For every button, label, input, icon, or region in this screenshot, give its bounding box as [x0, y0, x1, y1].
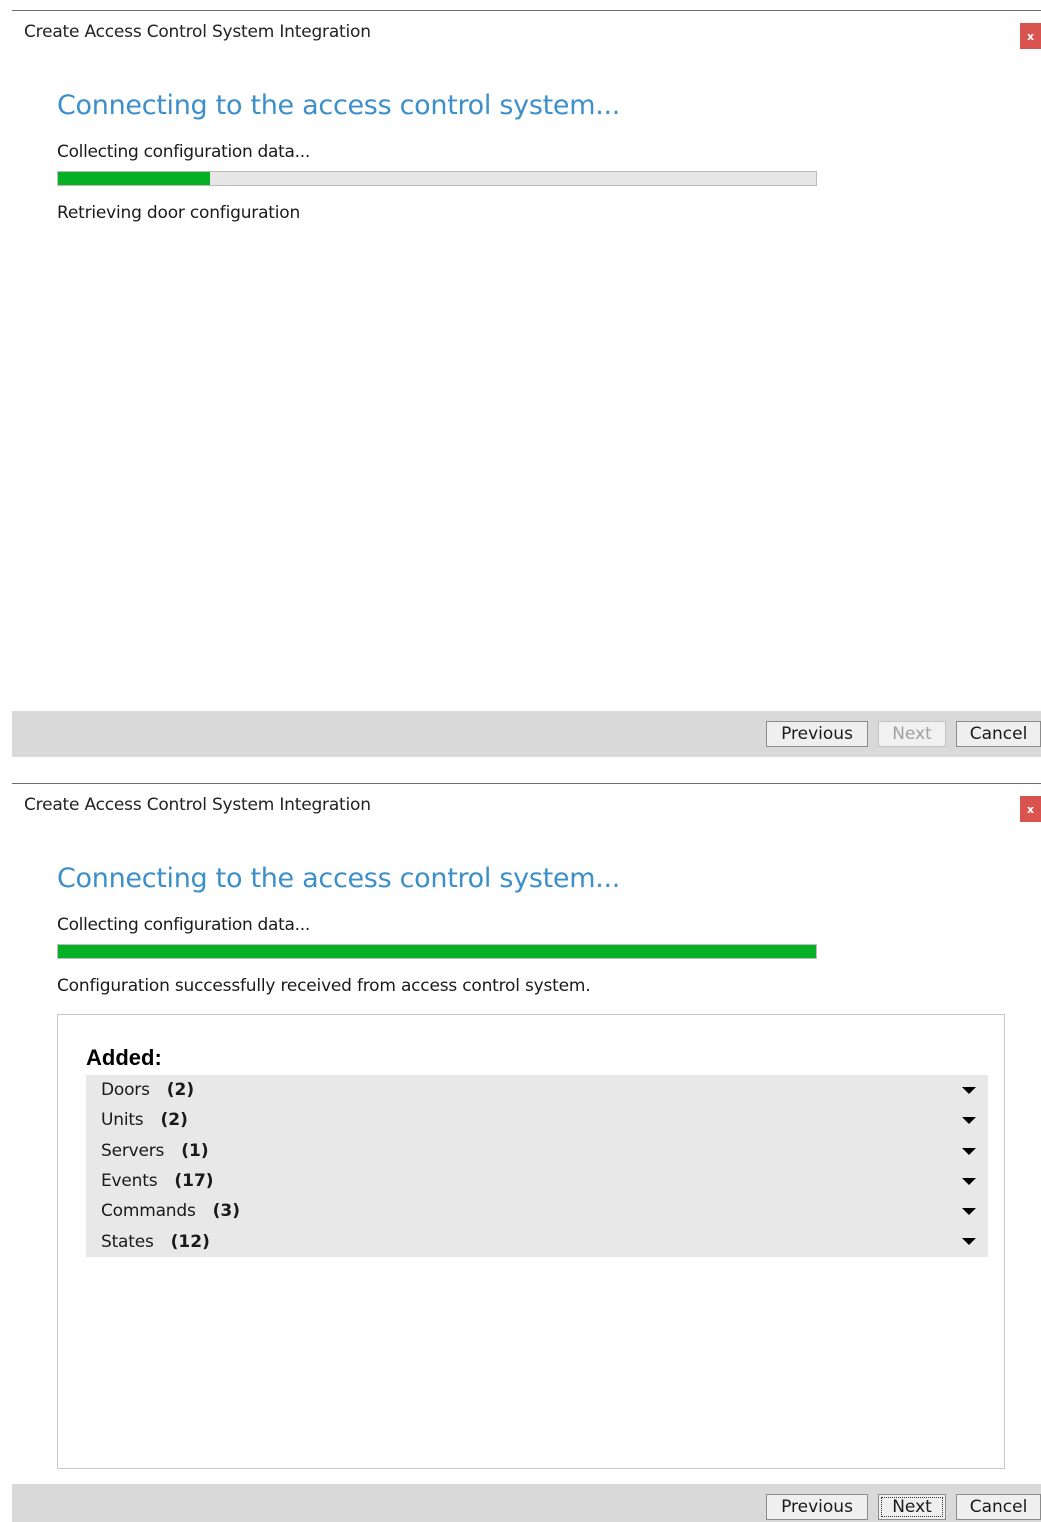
- added-list: Doors (2) Units (2) Servers (1) Events (…: [86, 1075, 988, 1257]
- progress-caption: Collecting configuration data...: [57, 142, 310, 162]
- next-button[interactable]: Next: [878, 721, 946, 747]
- close-button[interactable]: x: [1020, 23, 1041, 49]
- chevron-down-icon[interactable]: [962, 1117, 976, 1125]
- list-item-servers[interactable]: Servers (1): [86, 1136, 988, 1166]
- added-heading: Added:: [86, 1045, 162, 1070]
- dialog-connecting-in-progress: Create Access Control System Integration…: [0, 0, 1041, 757]
- previous-button[interactable]: Previous: [766, 1494, 868, 1520]
- progress-caption: Collecting configuration data...: [57, 915, 310, 935]
- list-item-units[interactable]: Units (2): [86, 1105, 988, 1135]
- next-button[interactable]: Next: [878, 1494, 946, 1520]
- title-separator: [12, 783, 1041, 784]
- window-title: Create Access Control System Integration: [24, 22, 371, 42]
- item-label: Commands: [101, 1201, 196, 1222]
- list-item-doors[interactable]: Doors (2): [86, 1075, 988, 1105]
- window-title: Create Access Control System Integration: [24, 795, 371, 815]
- previous-button[interactable]: Previous: [766, 721, 868, 747]
- chevron-down-icon[interactable]: [962, 1238, 976, 1246]
- status-text: Configuration successfully received from…: [57, 976, 591, 996]
- results-panel: Added: Doors (2) Units (2) Servers (1) E…: [57, 1014, 1005, 1469]
- item-count: (2): [160, 1110, 188, 1131]
- cancel-button[interactable]: Cancel: [956, 1494, 1041, 1520]
- item-label: Units: [101, 1110, 144, 1131]
- cancel-button[interactable]: Cancel: [956, 721, 1041, 747]
- item-count: (17): [174, 1171, 214, 1192]
- list-item-states[interactable]: States (12): [86, 1226, 988, 1256]
- close-icon: x: [1026, 29, 1035, 43]
- dialog-connecting-complete: Create Access Control System Integration…: [0, 773, 1041, 1522]
- list-item-events[interactable]: Events (17): [86, 1166, 988, 1196]
- progress-bar: [57, 171, 817, 186]
- item-count: (12): [170, 1231, 210, 1252]
- item-label: Events: [101, 1171, 158, 1192]
- item-label: Servers: [101, 1140, 165, 1161]
- chevron-down-icon[interactable]: [962, 1208, 976, 1216]
- page-heading: Connecting to the access control system.…: [57, 90, 621, 121]
- progress-bar: [57, 944, 817, 959]
- item-count: (2): [166, 1080, 195, 1101]
- close-icon: x: [1026, 802, 1035, 816]
- item-count: (1): [181, 1140, 209, 1161]
- chevron-down-icon[interactable]: [962, 1147, 976, 1155]
- title-separator: [12, 10, 1041, 11]
- chevron-down-icon[interactable]: [962, 1087, 976, 1094]
- page-heading: Connecting to the access control system.…: [57, 863, 621, 894]
- button-bar: Previous Next Cancel: [12, 1484, 1041, 1522]
- progress-fill: [58, 945, 816, 958]
- chevron-down-icon[interactable]: [962, 1177, 976, 1185]
- item-count: (3): [212, 1201, 241, 1222]
- item-label: Doors: [101, 1080, 150, 1101]
- button-bar: Previous Next Cancel: [12, 711, 1041, 757]
- progress-fill: [58, 172, 210, 185]
- status-text: Retrieving door configuration: [57, 203, 301, 223]
- close-button[interactable]: x: [1020, 796, 1041, 822]
- item-label: States: [101, 1231, 154, 1252]
- list-item-commands[interactable]: Commands (3): [86, 1196, 988, 1226]
